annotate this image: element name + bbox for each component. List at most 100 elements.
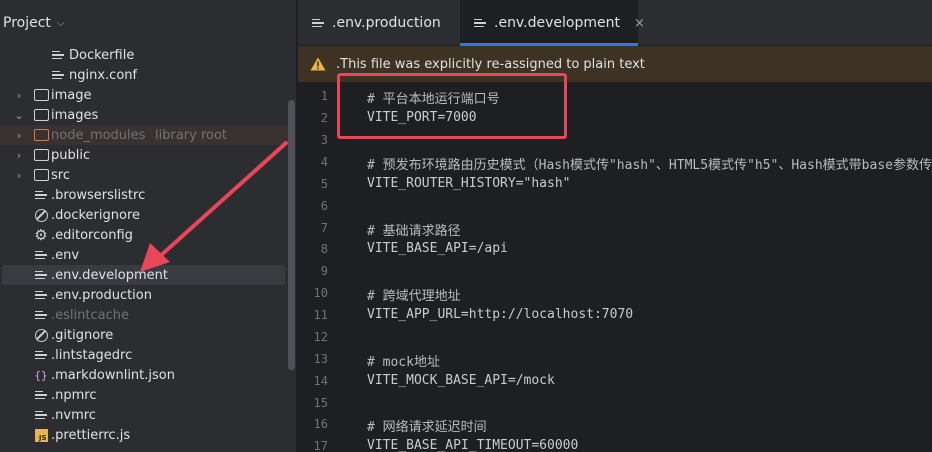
tree-item-label: node_modules [51, 127, 146, 143]
tree-item[interactable]: .env.production [0, 285, 288, 305]
tree-item-label: nginx.conf [69, 67, 138, 83]
file-icon [312, 17, 324, 29]
close-icon[interactable]: × [634, 16, 645, 31]
code-comment-line[interactable]: # mock地址 [367, 351, 440, 370]
tree-item[interactable]: .nvmrc [0, 405, 288, 425]
ignore-icon [33, 207, 49, 223]
code-line[interactable]: VITE_BASE_API=/api [367, 241, 508, 256]
line-number: 3 [320, 133, 328, 147]
tree-item[interactable]: .env.development [2, 265, 285, 285]
tree-item-label: .env [51, 247, 80, 263]
file-icon [33, 187, 49, 203]
chevron-right-icon[interactable]: › [13, 129, 25, 142]
file-icon [50, 67, 66, 83]
file-icon [33, 287, 49, 303]
chevron-right-icon[interactable]: › [13, 89, 25, 102]
tree-item[interactable]: JS .prettierrc.js [0, 425, 288, 445]
line-number: 2 [320, 111, 328, 125]
line-number: 6 [320, 198, 328, 213]
line-number: 15 [313, 395, 328, 410]
line-number: 7 [320, 220, 328, 235]
line-number: 8 [320, 242, 328, 257]
json-icon: {} [34, 368, 48, 382]
line-number: 13 [313, 351, 328, 366]
tree-item-label: public [51, 147, 91, 163]
tree-item[interactable]: .dockerignore [0, 205, 288, 225]
folder-icon [33, 147, 49, 163]
chevron-down-icon[interactable]: ⌵ [57, 18, 65, 29]
ignore-icon [33, 327, 49, 343]
tree-item[interactable]: .browserslistrc [0, 185, 288, 205]
warning-icon [310, 57, 326, 71]
tree-item-label: .browserslistrc [51, 187, 146, 203]
code-line[interactable]: VITE_MOCK_BASE_API=/mock [367, 373, 555, 388]
file-icon [33, 247, 49, 263]
tree-item[interactable]: .npmrc [0, 385, 288, 405]
tree-item-label: .env.development [51, 267, 168, 283]
tab-label: .env.production [332, 15, 441, 31]
tree-item-label: .markdownlint.json [51, 367, 175, 383]
tree-item[interactable]: .eslintcache [0, 305, 288, 325]
code-line[interactable]: VITE_ROUTER_HISTORY="hash" [367, 176, 571, 191]
tree-item[interactable]: nginx.conf [0, 65, 288, 85]
line-number: 10 [313, 286, 328, 301]
chevron-right-icon[interactable]: › [13, 149, 25, 162]
code-comment-line[interactable]: # 跨域代理地址 [367, 285, 461, 304]
tree-item-label: src [51, 167, 70, 183]
code-line[interactable]: VITE_APP_URL=http://localhost:7070 [367, 307, 633, 322]
folder-icon [33, 167, 49, 183]
tree-item-label: Dockerfile [69, 47, 135, 63]
tree-item-label: .prettierrc.js [51, 427, 131, 443]
line-number: 4 [320, 154, 328, 169]
code-comment-line[interactable]: # 网络请求延迟时间 [367, 416, 487, 435]
chevron-right-icon[interactable]: › [13, 169, 25, 182]
tree-item-label: .nvmrc [51, 407, 96, 423]
tab-env-production[interactable]: .env.production [298, 0, 460, 46]
js-file-icon: JS [33, 427, 49, 443]
file-icon [33, 347, 49, 363]
tree-item[interactable]: › src [0, 165, 288, 185]
project-view-selector[interactable]: Project ⌵ [0, 0, 296, 46]
file-icon [474, 17, 486, 29]
tree-item[interactable]: ⚙ .editorconfig [0, 225, 288, 245]
line-number: 1 [320, 89, 328, 103]
tree-item[interactable]: ⌄ images [0, 105, 288, 125]
tree-item-label: images [51, 107, 99, 123]
line-number: 12 [313, 329, 328, 344]
line-number: 11 [313, 308, 328, 323]
folder-icon [33, 87, 49, 103]
tree-item[interactable]: Dockerfile [0, 45, 288, 65]
tree-item-label: .gitignore [51, 327, 114, 343]
tab-env-development[interactable]: .env.development × [460, 0, 645, 46]
tree-item[interactable]: {} .markdownlint.json [0, 365, 288, 385]
project-title: Project [3, 15, 51, 31]
file-icon [33, 267, 49, 283]
tree-item-label: image [51, 87, 92, 103]
banner-text: .This file was explicitly re-assigned to… [336, 56, 645, 72]
file-icon [33, 407, 49, 423]
line-number: 5 [320, 176, 328, 191]
code-comment-line[interactable]: # 预发布环境路由历史模式（Hash模式传"hash"、HTML5模式传"h5"… [367, 154, 932, 173]
project-panel: Project ⌵ Dockerfile nginx.conf › image ⌄ ima… [0, 0, 297, 452]
chevron-down-icon[interactable]: ⌄ [13, 109, 25, 122]
file-icon [50, 47, 66, 63]
code-comment-line[interactable]: # 基础请求路径 [367, 220, 461, 239]
tree-item[interactable]: › public [0, 145, 288, 165]
line-number: 14 [313, 373, 328, 388]
tree-item[interactable]: .lintstagedrc [0, 345, 288, 365]
tab-label: .env.development [494, 15, 620, 31]
folder-icon [33, 107, 49, 123]
line-number: 17 [313, 439, 328, 452]
tree-item[interactable]: .gitignore [0, 325, 288, 345]
tree-item[interactable]: .env [0, 245, 288, 265]
tree-item[interactable]: › image [0, 85, 288, 105]
tree-item-label: .env.production [51, 287, 152, 303]
gear-icon: ⚙ [34, 226, 48, 244]
tree-item[interactable]: › node_modules library root [0, 125, 288, 145]
line-number-gutter: 1 2 3 4 5 6 7 8 9 10 11 12 13 14 15 16 17 [298, 82, 340, 452]
annotation-highlight-box [337, 73, 567, 139]
project-scrollbar[interactable] [288, 100, 295, 370]
file-icon [33, 387, 49, 403]
editor: .env.production .env.development × .This… [298, 0, 932, 452]
code-line[interactable]: VITE_BASE_API_TIMEOUT=60000 [367, 438, 578, 452]
